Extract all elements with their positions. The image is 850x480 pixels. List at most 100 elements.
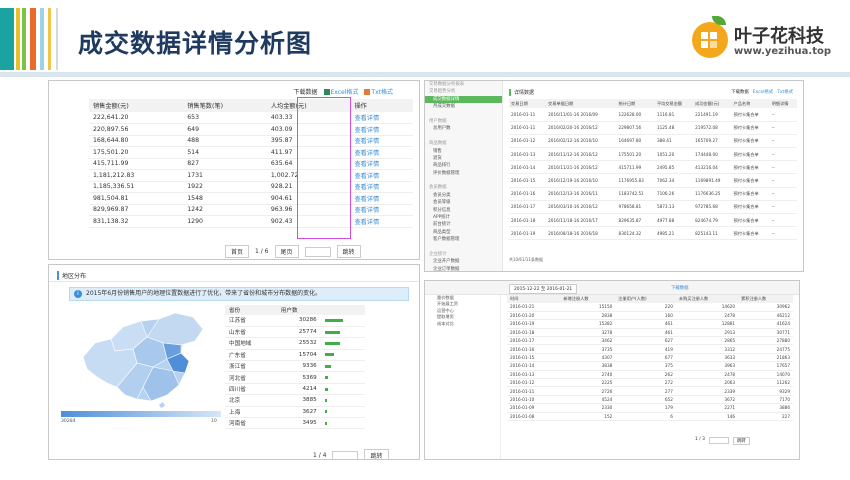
txt-download-link[interactable]: Txt格式 <box>364 87 393 96</box>
column-header: 成功金额(元) <box>693 99 732 108</box>
view-details-link[interactable]: 查看详情 <box>350 135 413 147</box>
table-cell: 415711.99 <box>616 160 655 175</box>
sidebar-item[interactable]: 客户数据管理 <box>425 236 502 243</box>
page-jump-input[interactable] <box>332 450 359 459</box>
sidebar-item[interactable]: 成交数据详情 <box>425 95 502 104</box>
table-row: 2016-01-15 4307 677 3633 21863 <box>507 353 793 363</box>
sidebar-item[interactable]: 交易趋势分析 <box>425 88 502 95</box>
sidebar-item[interactable]: 总用户数 <box>425 125 502 132</box>
txt-download-link[interactable]: Txt格式 <box>777 89 793 95</box>
sidebar-item[interactable] <box>425 111 502 118</box>
sidebar-item[interactable]: APP统计 <box>425 214 502 221</box>
user-count-bar <box>324 376 328 380</box>
sidebar-item[interactable] <box>425 244 502 251</box>
sidebar-item[interactable]: 商品排行 <box>425 162 502 169</box>
sidebar-item[interactable]: 销售 <box>425 148 502 155</box>
sidebar-item[interactable]: 企业统计 <box>425 251 502 258</box>
view-details-link[interactable]: 查看详情 <box>350 169 413 182</box>
sidebar-item[interactable]: 企业开户数据 <box>425 258 502 265</box>
view-details-link[interactable]: 查看详情 <box>350 146 413 159</box>
table-cell: 978658.81 <box>616 200 655 215</box>
sidebar-item[interactable]: 会员等级 <box>425 199 502 206</box>
table-footer: 共10/61/11条数据 <box>509 257 543 262</box>
excel-download-link[interactable]: Excel格式 <box>323 87 358 96</box>
slide: 成交数据详情分析图 叶子花科技 www.yezihua.top 下载数据 Exc… <box>0 0 850 480</box>
sidebar-item[interactable] <box>425 133 502 140</box>
download-link[interactable]: 下载数据 <box>671 285 689 291</box>
page-jump-input[interactable] <box>708 437 729 444</box>
table-cell: 830124.32 <box>616 226 655 241</box>
col-bar <box>320 305 365 315</box>
sidebar-item[interactable]: 商品数据 <box>425 140 502 147</box>
table-cell: 1290 <box>183 215 267 228</box>
date-range-picker[interactable]: 2015-12-22 至 2016-01-21 <box>509 284 578 294</box>
user-count: 5369 <box>276 371 321 384</box>
bar-cell <box>320 394 365 407</box>
table-cell: 220,897.56 <box>89 123 184 136</box>
table-cell: 预付卡集合单 <box>731 147 770 162</box>
txt-icon <box>364 89 371 95</box>
table-row: 2016-01-11 2016/02/20-16 2016/12 229807.56… <box>509 121 797 135</box>
sidebar-item[interactable]: 退货 <box>425 155 502 162</box>
column-header: 明细详情 <box>769 99 797 108</box>
table-cell: 2016-01-18 <box>507 328 561 338</box>
sidebar-item[interactable]: 成本对比 <box>425 321 500 327</box>
user-count-bar <box>324 341 340 345</box>
table-cell: 3312 <box>675 344 739 354</box>
view-details-link[interactable]: 查看详情 <box>350 123 413 136</box>
table-cell: 预付卡集合单 <box>731 160 770 175</box>
last-page-button[interactable]: 尾页 <box>274 245 299 258</box>
sidebar-item[interactable]: 企业订单数据 <box>425 266 502 271</box>
view-details-link[interactable]: 查看详情 <box>350 158 413 170</box>
table-cell: 11262 <box>738 378 793 388</box>
sidebar-item[interactable] <box>425 177 502 184</box>
sidebar-item[interactable]: 前台统计 <box>425 221 502 228</box>
page-indicator: 1 / 3 <box>695 437 705 442</box>
table-row: 2016-01-19 15382 461 12881 41624 <box>507 319 793 329</box>
table-cell: 4977.88 <box>654 213 694 228</box>
view-details-link[interactable]: 查看详情 <box>350 215 413 228</box>
sidebar-item[interactable]: 评价数据管理 <box>425 170 502 177</box>
user-count: 25774 <box>276 326 321 339</box>
sidebar-item[interactable]: 会员数据 <box>425 184 502 191</box>
sales-table: 销售金额(元) 销售笔数(笔) 人均金额(元) 操作 222,641.20 653… <box>89 99 413 228</box>
table-cell: 2016-01-20 <box>507 311 561 321</box>
table-row: 河南省 3495 <box>225 417 365 430</box>
sidebar-item[interactable]: 积分信息 <box>425 207 502 214</box>
jump-button[interactable]: 跳转 <box>732 437 750 445</box>
table-cell: 2016-01-13 <box>509 147 547 162</box>
sidebar-item[interactable]: 交易数据分析报表 <box>425 81 502 88</box>
sidebar-item[interactable]: 会员分类 <box>425 192 502 199</box>
table-cell: 2478 <box>675 370 739 380</box>
table-cell: 146 <box>675 412 739 421</box>
table-cell: 2339 <box>675 386 739 396</box>
table-cell: 175,501.20 <box>89 146 184 159</box>
table-cell: 2016-01-10 <box>507 395 561 405</box>
excel-download-link[interactable]: Excel格式 <box>753 89 773 95</box>
table-cell: 827 <box>183 158 267 170</box>
table-cell: 1169891.49 <box>693 173 732 188</box>
sidebar-item[interactable]: 月成交数据 <box>425 103 502 110</box>
table-cell: 262 <box>615 370 676 380</box>
table-row: 2016-01-15 2016/12/19-16 2016/10 1176955.8… <box>509 173 797 188</box>
view-details-link[interactable]: 查看详情 <box>350 192 413 205</box>
table-row: 2016-01-17 3462 627 2865 27880 <box>507 336 793 346</box>
jump-button[interactable]: 跳转 <box>336 245 361 258</box>
first-page-button[interactable]: 首页 <box>225 245 250 258</box>
table-cell: 2016/11/18-16 2016/17 <box>546 213 617 228</box>
view-details-link[interactable]: 查看详情 <box>350 112 413 124</box>
page-jump-input[interactable] <box>304 246 331 257</box>
view-details-link[interactable]: 查看详情 <box>350 204 413 216</box>
sidebar-item[interactable]: 商品类型 <box>425 229 502 236</box>
sidebar-item[interactable]: 用户数据 <box>425 118 502 125</box>
table-row: 2016-01-13 2740 262 2478 14070 <box>507 370 793 380</box>
table-cell: 2016-01-17 <box>507 336 561 346</box>
province-name: 北京 <box>225 394 277 407</box>
table-row: 2016-01-12 2225 272 2063 11262 <box>507 378 793 388</box>
jump-button[interactable]: 跳转 <box>364 449 389 459</box>
table-cell: 824674.79 <box>693 213 732 228</box>
table-cell: 981,504.81 <box>89 192 184 205</box>
table-row: 168,644.80 488 395.87 查看详情 <box>89 135 413 147</box>
table-cell: 3735 <box>560 344 616 354</box>
view-details-link[interactable]: 查看详情 <box>350 181 413 193</box>
